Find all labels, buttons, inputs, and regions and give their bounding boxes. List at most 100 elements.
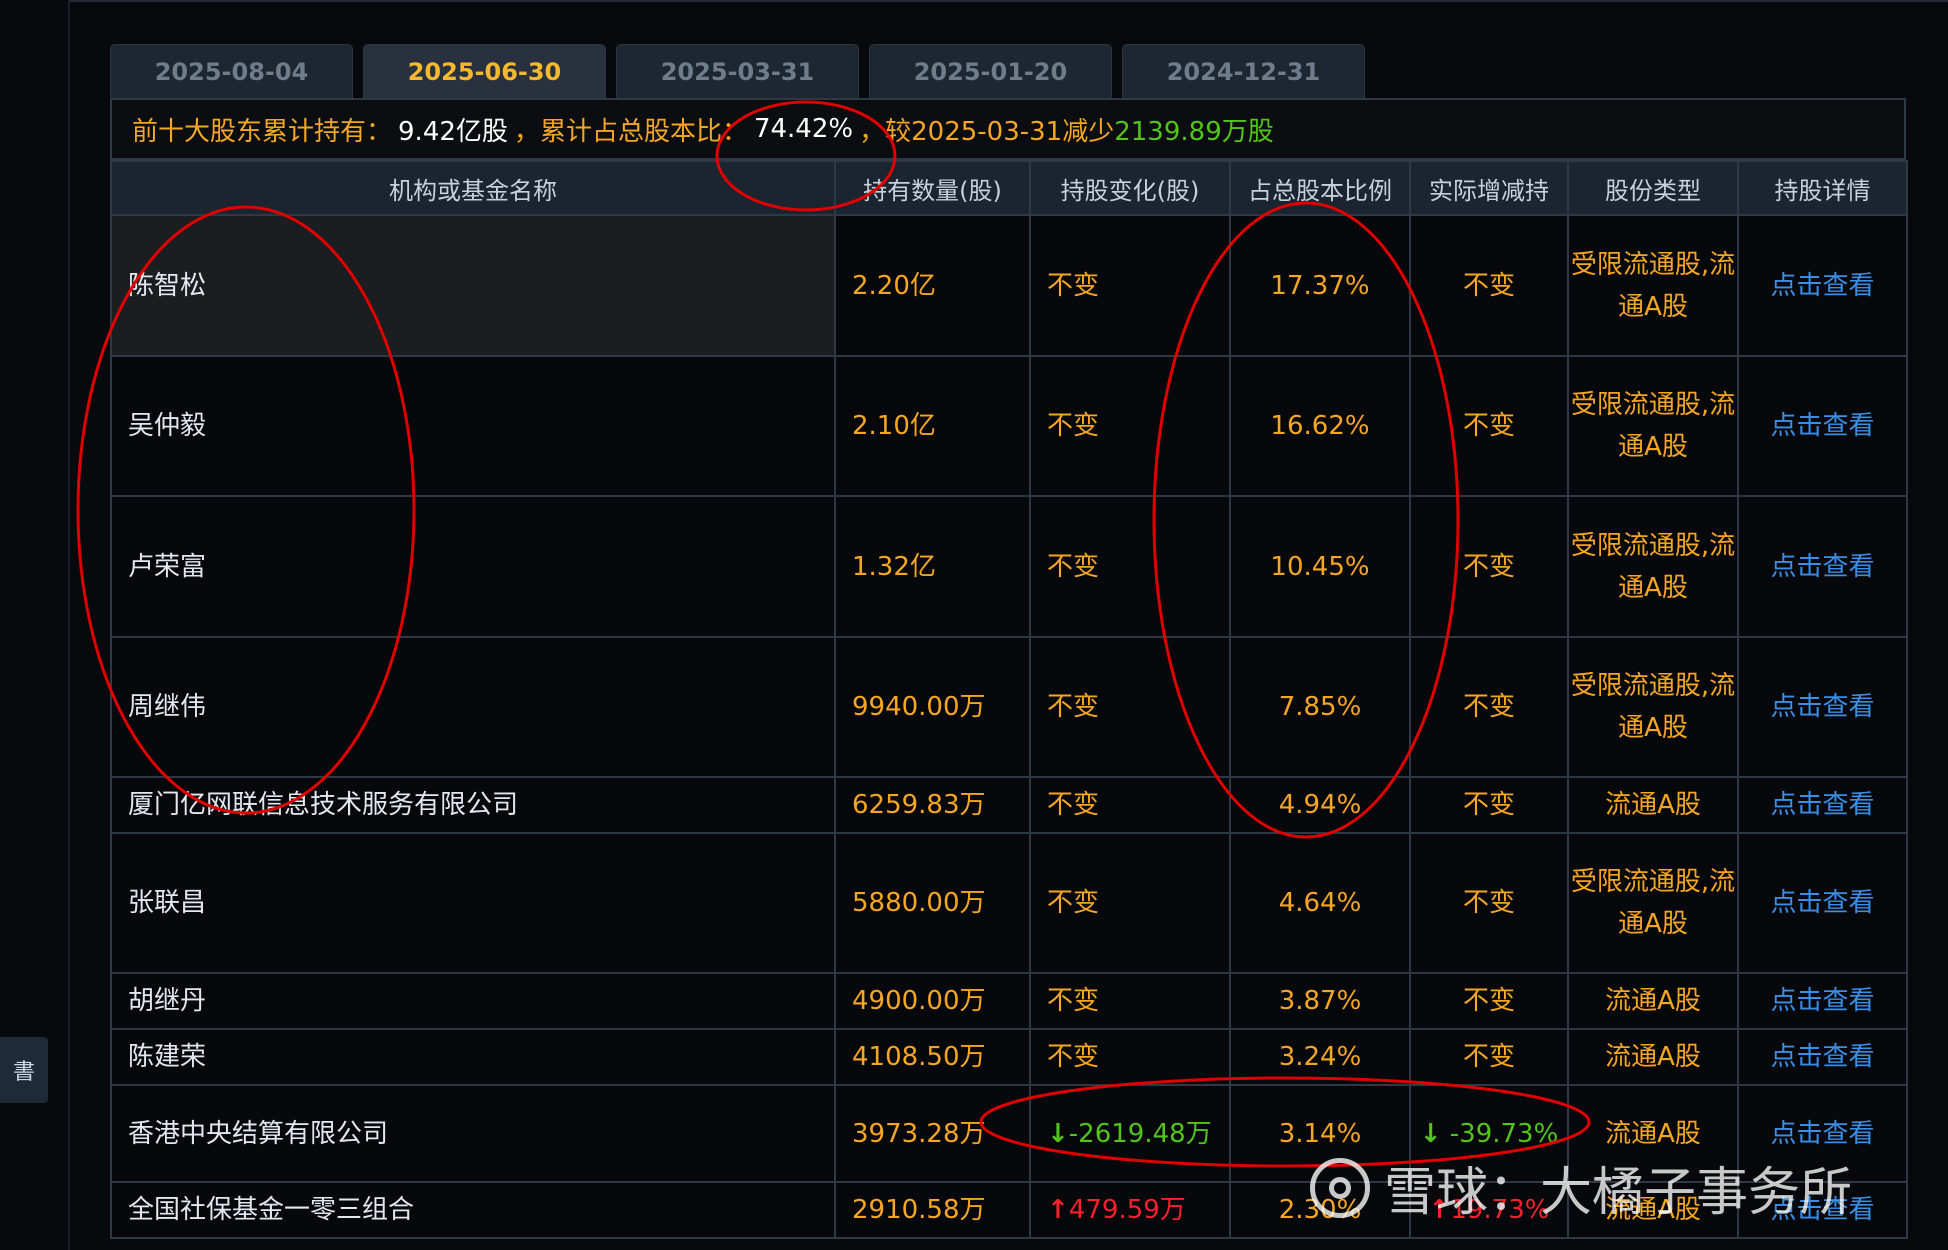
summary-hold-label: 前十大股东累计持有： [132,116,393,147]
holder-name: 张联昌 [110,832,836,974]
summary-ratio-label: 累计占总股本比： [539,116,748,147]
holder-change: 不变 [1029,1028,1231,1086]
summary-change-value: 2139.89万股 [1114,116,1274,147]
holder-name: 吴仲毅 [110,355,836,497]
tab-2025-06-30[interactable]: 2025-06-30 [363,44,606,98]
holder-actual: 不变 [1409,636,1569,778]
col-header-name[interactable]: 机构或基金名称 [110,160,836,216]
table-header-row: 机构或基金名称 持有数量(股) 持股变化(股) 占总股本比例 实际增减持 股份类… [110,160,1908,216]
holder-name: 周继伟 [110,636,836,778]
table-row: 胡继丹 4900.00万 不变 3.87% 不变 流通A股 点击查看 [110,972,1908,1030]
arrow-down-icon: ↓ [1047,1118,1069,1149]
summary-sep: ， [513,116,540,147]
holder-qty: 6259.83万 [834,776,1031,834]
holder-change-increase: ↑479.59万 [1029,1181,1231,1239]
summary-hold-value: 9.42亿股 [398,116,508,147]
holder-actual: 不变 [1409,214,1569,357]
holder-actual: 不变 [1409,495,1569,638]
table-row: 吴仲毅 2.10亿 不变 16.62% 不变 受限流通股,流通A股 点击查看 [110,355,1908,497]
holdings-summary: 前十大股东累计持有： 9.42亿股 ， 累计占总股本比： 74.42% ， 较2… [110,98,1906,160]
col-header-ratio[interactable]: 占总股本比例 [1229,160,1411,216]
holder-type: 流通A股 [1567,776,1739,834]
holder-name: 全国社保基金一零三组合 [110,1181,836,1239]
holder-ratio: 4.94% [1229,776,1411,834]
top-border [68,0,1948,2]
watermark: 雪球：大橘子事务所 [1310,1150,1852,1225]
view-detail-link[interactable]: 点击查看 [1737,972,1908,1030]
holder-actual: 不变 [1409,776,1569,834]
col-header-change[interactable]: 持股变化(股) [1029,160,1231,216]
holder-change: 不变 [1029,776,1231,834]
holder-ratio: 3.24% [1229,1028,1411,1086]
holder-change: 不变 [1029,636,1231,778]
col-header-actual[interactable]: 实际增减持 [1409,160,1569,216]
holder-ratio: 17.37% [1229,214,1411,357]
view-detail-link[interactable]: 点击查看 [1737,832,1908,974]
table-row: 厦门亿网联信息技术服务有限公司 6259.83万 不变 4.94% 不变 流通A… [110,776,1908,834]
holder-ratio: 3.87% [1229,972,1411,1030]
holder-ratio: 7.85% [1229,636,1411,778]
holder-qty: 4108.50万 [834,1028,1031,1086]
holder-change-value: 479.59万 [1068,1195,1186,1225]
col-header-detail[interactable]: 持股详情 [1737,160,1908,216]
holder-change: 不变 [1029,832,1231,974]
xueqiu-logo-icon [1310,1157,1370,1218]
shareholders-table: 机构或基金名称 持有数量(股) 持股变化(股) 占总股本比例 实际增减持 股份类… [110,160,1908,1239]
holder-qty: 2910.58万 [834,1181,1031,1239]
holder-actual: 不变 [1409,832,1569,974]
view-detail-link[interactable]: 点击查看 [1737,1028,1908,1086]
holder-qty: 2.10亿 [834,355,1031,497]
holder-type: 流通A股 [1567,1028,1739,1086]
holder-change-value: -2619.48万 [1068,1118,1212,1149]
tab-2025-03-31[interactable]: 2025-03-31 [616,44,859,98]
holder-type: 受限流通股,流通A股 [1567,214,1739,357]
col-header-qty[interactable]: 持有数量(股) [834,160,1031,216]
holder-change: 不变 [1029,972,1231,1030]
table-row: 张联昌 5880.00万 不变 4.64% 不变 受限流通股,流通A股 点击查看 [110,832,1908,974]
holder-ratio: 16.62% [1229,355,1411,497]
tab-2024-12-31[interactable]: 2024-12-31 [1122,44,1365,98]
side-tab-button[interactable]: 書 [0,1037,48,1103]
holder-change: 不变 [1029,355,1231,497]
holder-type: 受限流通股,流通A股 [1567,636,1739,778]
holder-actual: 不变 [1409,355,1569,497]
tab-2025-08-04[interactable]: 2025-08-04 [110,44,353,98]
holder-ratio: 4.64% [1229,832,1411,974]
holder-type: 流通A股 [1567,972,1739,1030]
holder-name: 香港中央结算有限公司 [110,1084,836,1183]
holder-name: 陈智松 [110,214,836,357]
col-header-type[interactable]: 股份类型 [1567,160,1739,216]
holder-qty: 9940.00万 [834,636,1031,778]
view-detail-link[interactable]: 点击查看 [1737,495,1908,638]
holder-name: 胡继丹 [110,972,836,1030]
tab-2025-01-20[interactable]: 2025-01-20 [869,44,1112,98]
holder-type: 受限流通股,流通A股 [1567,355,1739,497]
summary-compare-label: 较2025-03-31减少 [885,116,1115,147]
view-detail-link[interactable]: 点击查看 [1737,776,1908,834]
holder-name: 陈建荣 [110,1028,836,1086]
holder-type: 受限流通股,流通A股 [1567,832,1739,974]
arrow-down-icon: ↓ [1419,1118,1442,1149]
holder-qty: 4900.00万 [834,972,1031,1030]
view-detail-link[interactable]: 点击查看 [1737,355,1908,497]
holder-actual: 不变 [1409,1028,1569,1086]
holder-name: 卢荣富 [110,495,836,638]
holder-change: 不变 [1029,214,1231,357]
summary-sep: ， [859,116,886,147]
summary-ratio-value: 74.42% [753,114,854,144]
view-detail-link[interactable]: 点击查看 [1737,636,1908,778]
holder-actual: 不变 [1409,972,1569,1030]
table-row: 陈建荣 4108.50万 不变 3.24% 不变 流通A股 点击查看 [110,1028,1908,1086]
holder-change-decrease: ↓-2619.48万 [1029,1084,1231,1183]
holder-name: 厦门亿网联信息技术服务有限公司 [110,776,836,834]
table-row: 陈智松 2.20亿 不变 17.37% 不变 受限流通股,流通A股 点击查看 [110,214,1908,357]
view-detail-link[interactable]: 点击查看 [1737,214,1908,357]
table-row: 卢荣富 1.32亿 不变 10.45% 不变 受限流通股,流通A股 点击查看 [110,495,1908,638]
holder-qty: 1.32亿 [834,495,1031,638]
holder-ratio: 10.45% [1229,495,1411,638]
holder-qty: 3973.28万 [834,1084,1031,1183]
arrow-up-icon: ↑ [1047,1195,1069,1225]
holder-qty: 2.20亿 [834,214,1031,357]
watermark-text: 雪球：大橘子事务所 [1384,1163,1853,1223]
table-row: 周继伟 9940.00万 不变 7.85% 不变 受限流通股,流通A股 点击查看 [110,636,1908,778]
